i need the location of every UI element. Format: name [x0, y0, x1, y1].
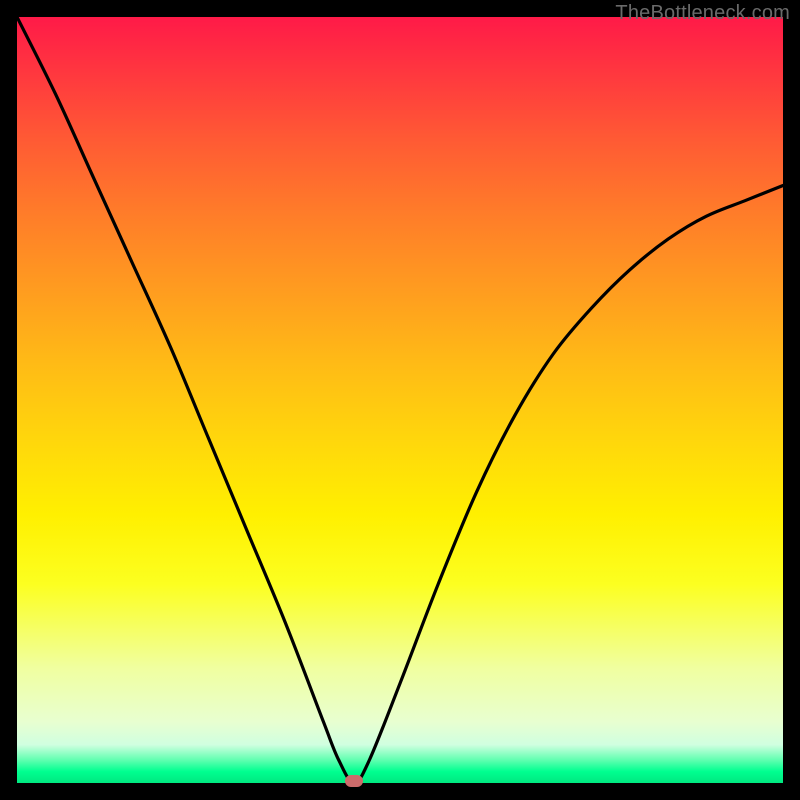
plot-area: [17, 17, 783, 783]
watermark-text: TheBottleneck.com: [615, 2, 790, 25]
bottleneck-curve: [17, 17, 783, 783]
chart-frame: TheBottleneck.com: [0, 0, 800, 800]
curve-svg: [17, 17, 783, 783]
bottleneck-marker: [345, 775, 363, 787]
